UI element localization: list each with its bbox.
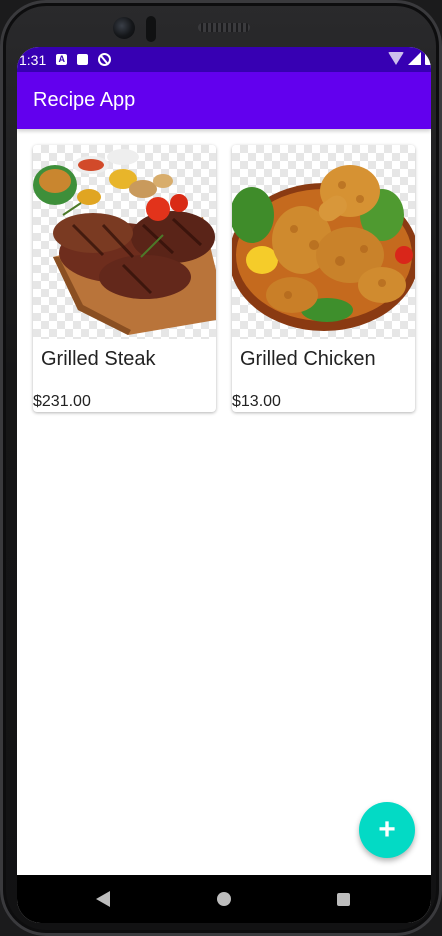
recipe-name: Grilled Steak: [41, 348, 156, 370]
sd-card-icon: [77, 54, 89, 65]
add-recipe-button[interactable]: +: [359, 802, 415, 858]
recents-icon[interactable]: [337, 893, 350, 906]
status-bar: 1:31 A: [17, 47, 431, 72]
recipe-price: $231.00: [33, 393, 91, 410]
phone-frame: 1:31 A Recipe App Grilled Steak $231.00 …: [0, 0, 442, 936]
add-icon: +: [378, 813, 396, 846]
app-title: Recipe App: [33, 89, 136, 111]
grilled-steak-image: [33, 145, 216, 339]
status-time: 1:31: [19, 51, 47, 68]
back-icon[interactable]: [96, 891, 110, 907]
home-icon[interactable]: [217, 892, 231, 906]
navigation-bar: [17, 875, 431, 923]
screen: 1:31 A Recipe App Grilled Steak $231.00 …: [17, 47, 431, 923]
earpiece-speaker: [198, 23, 250, 32]
signal-icon: [408, 52, 421, 65]
grilled-chicken-image: [232, 145, 415, 339]
recipe-name: Grilled Chicken: [240, 348, 376, 370]
recipe-card-grilled-steak[interactable]: Grilled Steak $231.00: [33, 145, 216, 412]
app-bar: Recipe App: [17, 72, 431, 129]
status-right-icons: [388, 52, 431, 65]
proximity-sensor: [146, 16, 156, 42]
wifi-icon: [388, 52, 404, 65]
recipe-price: $13.00: [232, 393, 281, 410]
do-not-disturb-icon: [98, 53, 112, 66]
recipe-card-grilled-chicken[interactable]: Grilled Chicken $13.00: [232, 145, 415, 412]
front-camera: [113, 17, 135, 39]
battery-icon: [425, 52, 431, 65]
a-icon: A: [56, 54, 68, 65]
